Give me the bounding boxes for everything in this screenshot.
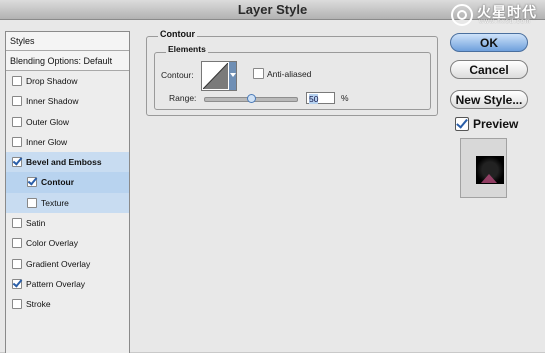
contour-checkbox[interactable] <box>27 177 37 188</box>
blending-options-item[interactable]: Blending Options: Default <box>6 51 129 71</box>
style-item-label: Texture <box>41 197 69 208</box>
gradient-overlay-checkbox[interactable] <box>12 258 22 269</box>
bevel-and-emboss-checkbox[interactable] <box>12 157 22 168</box>
color-overlay-checkbox[interactable] <box>12 238 22 249</box>
watermark-url: www.hxsd.com <box>479 19 532 25</box>
style-item-label: Bevel and Emboss <box>26 157 102 168</box>
range-input[interactable]: 50 <box>306 92 335 104</box>
style-item-inner-shadow[interactable]: Inner Shadow <box>6 91 129 111</box>
range-slider-thumb[interactable] <box>247 94 256 103</box>
style-item-pattern-overlay[interactable]: Pattern Overlay <box>6 274 129 294</box>
style-item-label: Satin <box>26 218 46 229</box>
elements-group-title: Elements <box>166 44 208 54</box>
style-item-label: Inner Glow <box>26 136 68 147</box>
style-item-label: Gradient Overlay <box>26 258 91 269</box>
drop-shadow-checkbox[interactable] <box>12 76 22 86</box>
style-item-satin[interactable]: Satin <box>6 213 129 233</box>
style-item-label: Pattern Overlay <box>26 278 86 289</box>
style-item-label: Contour <box>41 177 75 188</box>
style-item-contour[interactable]: Contour <box>6 172 129 193</box>
range-value: 50 <box>309 94 319 104</box>
contour-dropdown-arrow-icon[interactable] <box>229 62 236 90</box>
preview-swatch <box>476 156 504 184</box>
styles-header[interactable]: Styles <box>6 32 129 51</box>
stroke-checkbox[interactable] <box>12 299 22 310</box>
watermark-logo-icon <box>451 4 473 26</box>
contour-group-title: Contour <box>158 29 197 39</box>
style-item-texture[interactable]: Texture <box>6 192 129 214</box>
layer-style-dialog: Layer Style 火星时代 www.hxsd.com Styles Ble… <box>0 0 545 353</box>
ok-button[interactable]: OK <box>450 33 528 52</box>
inner-glow-checkbox[interactable] <box>12 136 22 147</box>
inner-shadow-checkbox[interactable] <box>12 96 22 107</box>
style-item-drop-shadow[interactable]: Drop Shadow <box>6 71 129 91</box>
styles-list: Styles Blending Options: Default Drop Sh… <box>5 31 130 353</box>
style-item-label: Stroke <box>26 299 51 310</box>
title-bar[interactable]: Layer Style 火星时代 www.hxsd.com <box>0 0 545 26</box>
new-style-button[interactable]: New Style... <box>450 90 528 109</box>
style-item-outer-glow[interactable]: Outer Glow <box>6 112 129 132</box>
anti-aliased-label: Anti-aliased <box>267 69 312 79</box>
contour-label: Contour: <box>161 70 194 80</box>
style-item-label: Color Overlay <box>26 238 78 249</box>
style-preview <box>460 138 507 198</box>
style-item-label: Inner Shadow <box>26 96 79 107</box>
pattern-overlay-checkbox[interactable] <box>12 278 22 289</box>
style-item-bevel-and-emboss[interactable]: Bevel and Emboss <box>6 152 129 173</box>
contour-curve-icon <box>203 63 228 89</box>
style-item-stroke[interactable]: Stroke <box>6 294 129 314</box>
preview-checkbox[interactable] <box>455 117 469 131</box>
cancel-button[interactable]: Cancel <box>450 60 528 79</box>
range-unit: % <box>341 93 349 103</box>
style-item-label: Drop Shadow <box>26 76 78 86</box>
range-slider[interactable] <box>204 94 298 103</box>
anti-aliased-checkbox[interactable] <box>253 68 264 79</box>
satin-checkbox[interactable] <box>12 218 22 229</box>
outer-glow-checkbox[interactable] <box>12 116 22 127</box>
watermark: 火星时代 www.hxsd.com <box>451 1 541 29</box>
range-label: Range: <box>169 93 197 103</box>
preview-label: Preview <box>473 117 519 131</box>
style-item-inner-glow[interactable]: Inner Glow <box>6 132 129 152</box>
style-item-gradient-overlay[interactable]: Gradient Overlay <box>6 254 129 274</box>
texture-checkbox[interactable] <box>27 197 37 208</box>
style-item-label: Outer Glow <box>26 116 69 127</box>
style-item-color-overlay[interactable]: Color Overlay <box>6 233 129 253</box>
contour-picker[interactable] <box>201 61 237 91</box>
